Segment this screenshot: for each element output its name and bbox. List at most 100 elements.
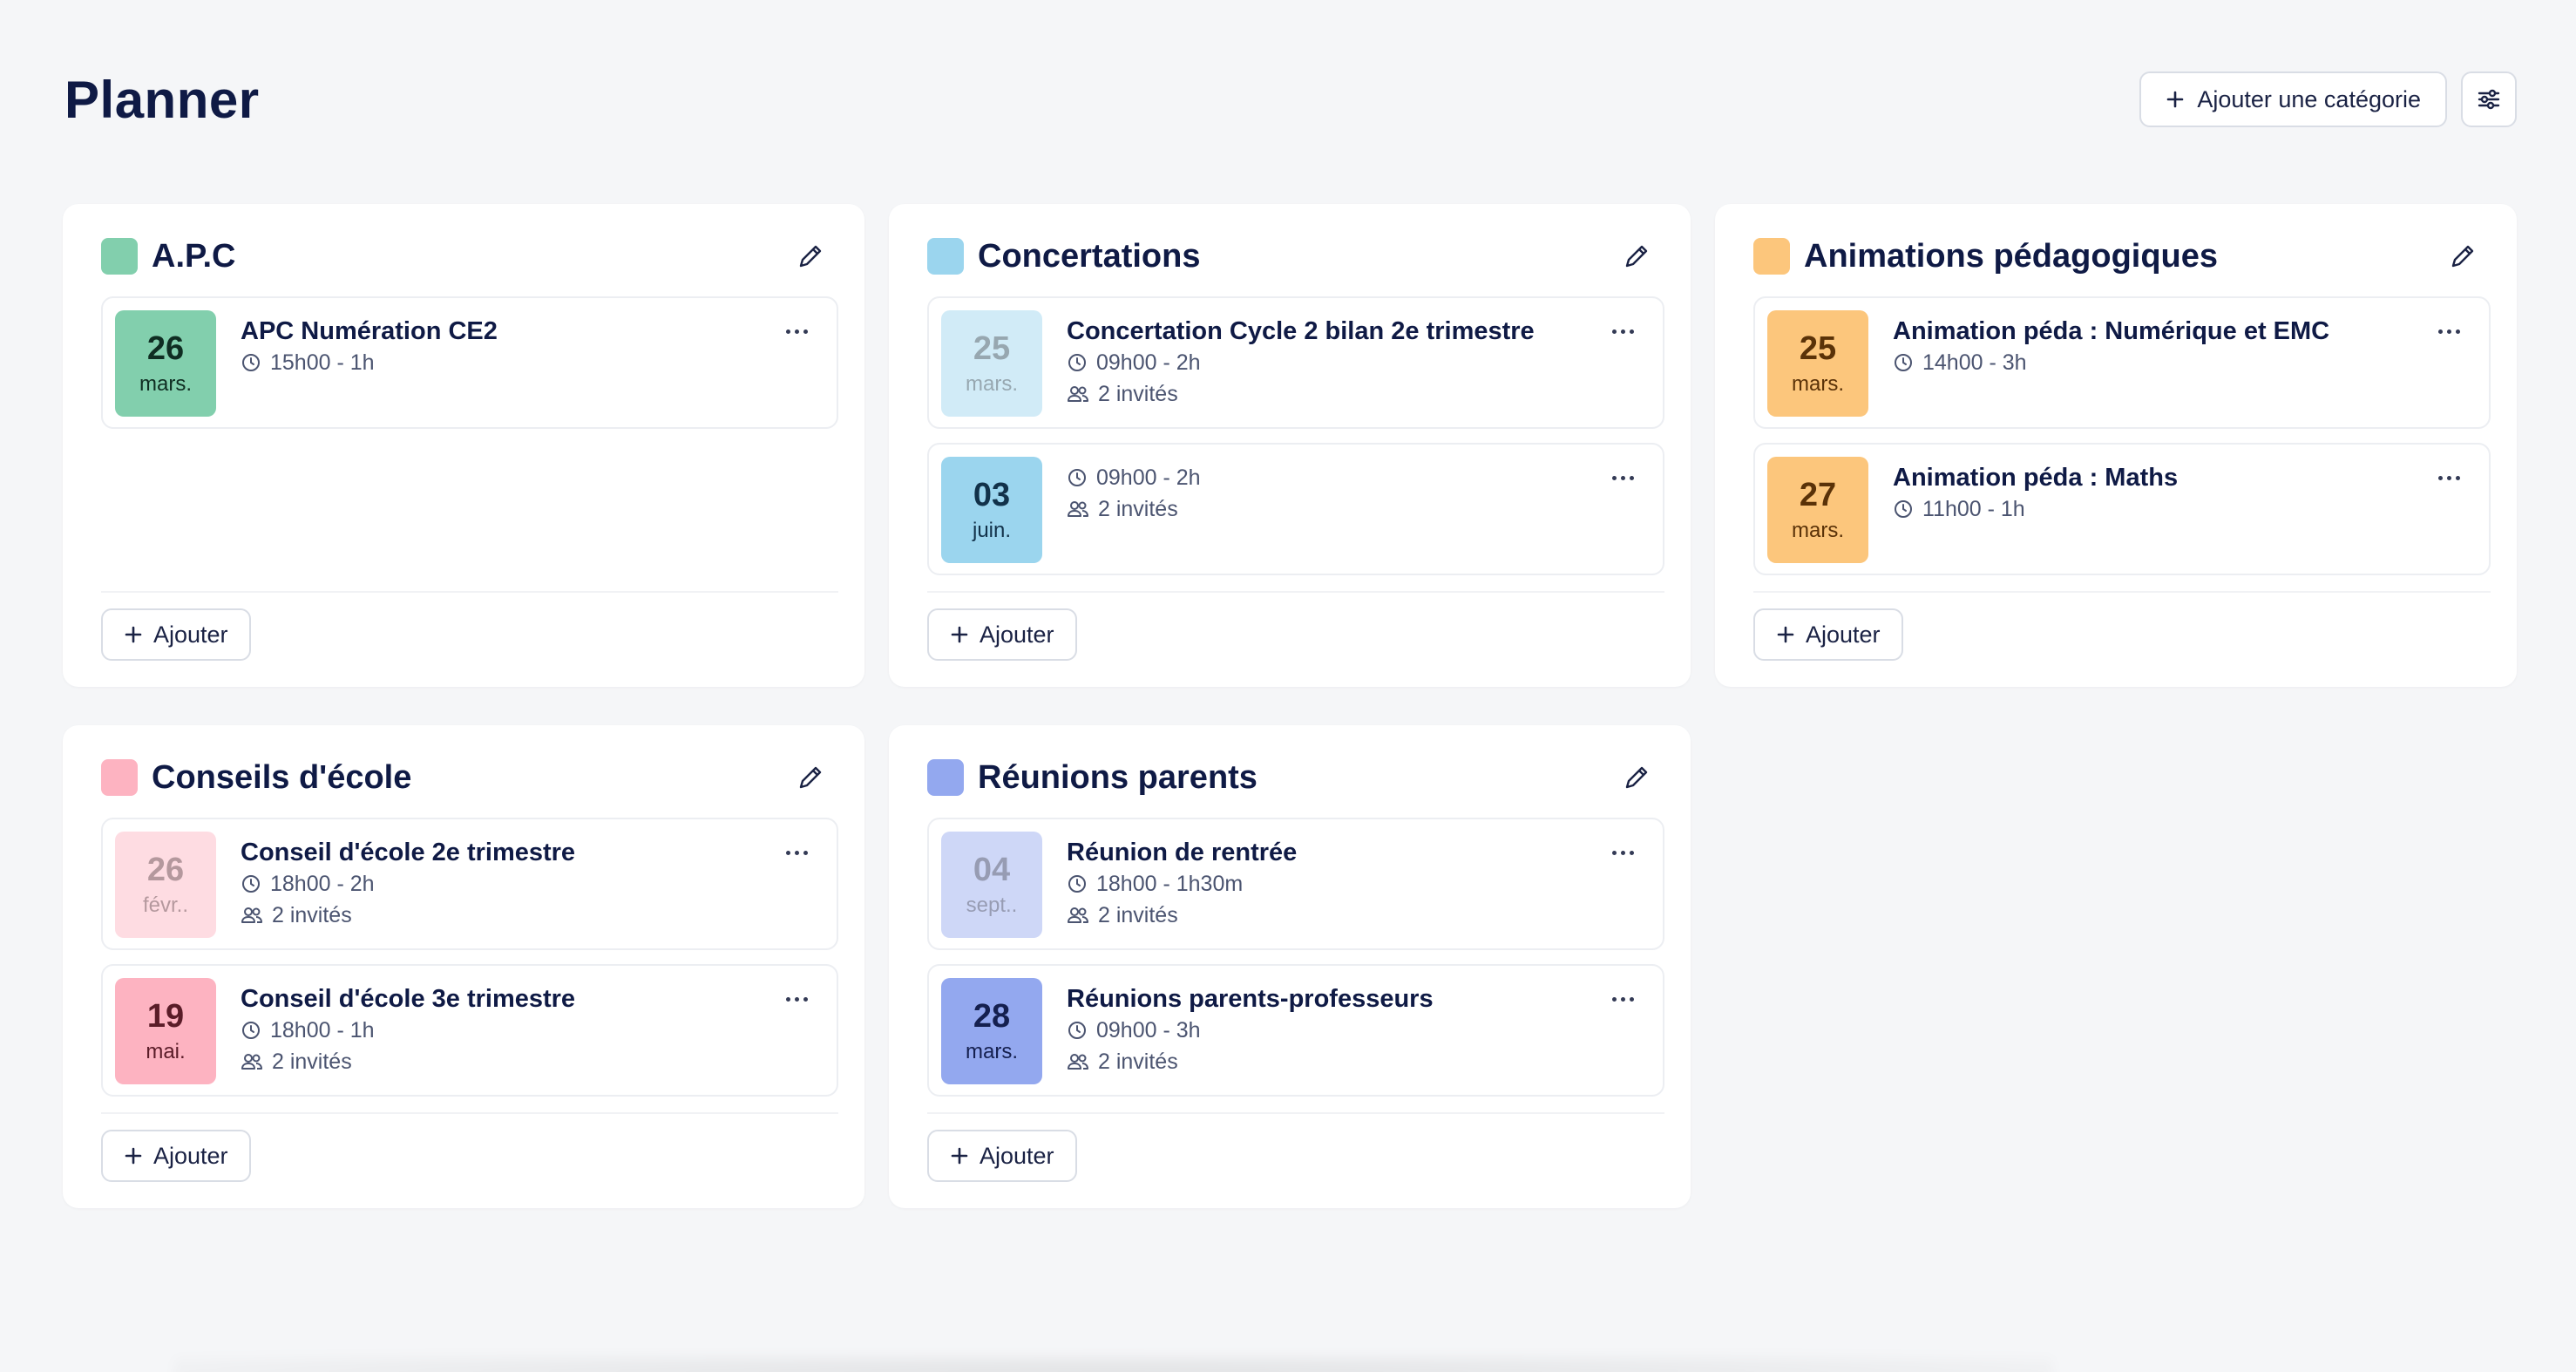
dot — [1620, 996, 1625, 1002]
event-item[interactable]: 27 mars. Animation péda : Maths 11h00 - … — [1753, 443, 2491, 575]
add-event-button[interactable]: Ajouter — [1753, 608, 1903, 661]
event-guests-row: 2 invités — [1067, 1046, 1593, 1077]
category-color-swatch — [927, 238, 964, 275]
category-header: A.P.C — [101, 235, 830, 277]
event-time-row: 09h00 - 2h — [1067, 347, 1593, 378]
event-day: 28 — [973, 998, 1011, 1035]
category-color-swatch — [101, 238, 138, 275]
dot — [1629, 329, 1634, 334]
event-month: mai. — [146, 1040, 186, 1063]
event-day: 25 — [973, 330, 1011, 367]
event-item[interactable]: 26 mars. APC Numération CE2 15h00 - 1h — [101, 296, 838, 429]
category-footer: Ajouter — [927, 1112, 1664, 1208]
dot — [803, 996, 808, 1002]
event-month: sept.. — [966, 893, 1018, 917]
event-time: 14h00 - 3h — [1922, 350, 2027, 375]
more-options-button[interactable] — [2431, 467, 2466, 488]
more-options-button[interactable] — [1605, 321, 1640, 342]
event-title: Réunions parents-professeurs — [1067, 985, 1434, 1013]
add-category-label: Ajouter une catégorie — [2197, 85, 2421, 112]
dot — [803, 850, 808, 855]
more-options-button[interactable] — [1605, 467, 1640, 488]
category-title-wrap: Animations pédagogiques — [1753, 238, 2218, 275]
category-title: Réunions parents — [978, 758, 1257, 796]
category-footer: Ajouter — [101, 1112, 838, 1208]
event-time-row: 15h00 - 1h — [241, 347, 767, 378]
dot — [2437, 329, 2443, 334]
more-options-button[interactable] — [779, 321, 814, 342]
event-item[interactable]: 25 mars. Concertation Cycle 2 bilan 2e t… — [927, 296, 1664, 429]
edit-category-button[interactable] — [1617, 758, 1656, 797]
add-event-button[interactable]: Ajouter — [101, 608, 251, 661]
plus-icon — [1777, 626, 1794, 643]
users-icon — [241, 1054, 262, 1070]
category-title: Conseils d'école — [152, 758, 412, 796]
dot — [1611, 329, 1617, 334]
dot — [2455, 475, 2460, 480]
category-header: Concertations — [927, 235, 1656, 277]
clock-icon — [1068, 875, 1086, 893]
more-options-button[interactable] — [779, 988, 814, 1009]
category-card: Conseils d'école 26 févr.. Conseil d'éco… — [63, 725, 864, 1208]
add-event-button[interactable]: Ajouter — [927, 1130, 1077, 1182]
event-guests-row: 2 invités — [1067, 378, 1593, 410]
pencil-icon — [2451, 245, 2474, 268]
filter-settings-button[interactable] — [2461, 71, 2517, 127]
add-event-button[interactable]: Ajouter — [927, 608, 1077, 661]
clock-icon — [242, 354, 260, 371]
events-list: 04 sept.. Réunion de rentrée 18h00 - 1h3… — [927, 818, 1664, 1097]
event-item[interactable]: 04 sept.. Réunion de rentrée 18h00 - 1h3… — [927, 818, 1664, 950]
event-time: 09h00 - 2h — [1096, 350, 1201, 375]
category-footer: Ajouter — [927, 591, 1664, 687]
more-options-button[interactable] — [1605, 842, 1640, 863]
event-guests-row: 2 invités — [241, 900, 767, 931]
event-item[interactable]: 28 mars. Réunions parents-professeurs 09… — [927, 964, 1664, 1097]
users-icon — [241, 907, 262, 923]
dot — [1629, 475, 1634, 480]
event-body: Réunion de rentrée 18h00 - 1h30m 2 invit… — [1067, 837, 1593, 931]
event-time: 18h00 - 1h — [270, 1018, 375, 1043]
event-item[interactable]: 19 mai. Conseil d'école 3e trimestre 18h… — [101, 964, 838, 1097]
event-item[interactable]: 26 févr.. Conseil d'école 2e trimestre 1… — [101, 818, 838, 950]
more-options-button[interactable] — [1605, 988, 1640, 1009]
event-guests: 2 invités — [272, 1049, 352, 1074]
dot — [2437, 475, 2443, 480]
event-guests: 2 invités — [1098, 1049, 1178, 1074]
more-options-button[interactable] — [2431, 321, 2466, 342]
users-icon — [1068, 386, 1088, 402]
more-options-button[interactable] — [779, 842, 814, 863]
edit-category-button[interactable] — [791, 758, 830, 797]
edit-category-button[interactable] — [791, 237, 830, 275]
pencil-icon — [1625, 245, 1648, 268]
event-body: APC Numération CE2 15h00 - 1h — [241, 316, 767, 378]
category-title-wrap: Conseils d'école — [101, 759, 411, 797]
dot — [803, 329, 808, 334]
plus-icon — [951, 1147, 968, 1165]
category-color-swatch — [101, 759, 138, 796]
edit-category-button[interactable] — [1617, 237, 1656, 275]
event-month: mars. — [1792, 372, 1844, 396]
bottom-shadow — [174, 1355, 2053, 1372]
event-guests: 2 invités — [272, 903, 352, 927]
add-category-button[interactable]: Ajouter une catégorie — [2139, 71, 2447, 127]
events-list: 26 févr.. Conseil d'école 2e trimestre 1… — [101, 818, 838, 1097]
event-date-tile: 25 mars. — [941, 310, 1042, 417]
event-time: 11h00 - 1h — [1922, 497, 2025, 521]
users-icon — [1068, 907, 1088, 923]
category-title-wrap: Concertations — [927, 238, 1200, 275]
event-guests-row: 2 invités — [241, 1046, 767, 1077]
event-item[interactable]: 03 juin. 09h00 - 2h 2 invités — [927, 443, 1664, 575]
dot — [1611, 475, 1617, 480]
dot — [1611, 850, 1617, 855]
edit-category-button[interactable] — [2444, 237, 2482, 275]
event-title: Concertation Cycle 2 bilan 2e trimestre — [1067, 317, 1535, 345]
event-time: 18h00 - 1h30m — [1096, 872, 1244, 896]
add-event-button[interactable]: Ajouter — [101, 1130, 251, 1182]
event-item[interactable]: 25 mars. Animation péda : Numérique et E… — [1753, 296, 2491, 429]
event-date-tile: 28 mars. — [941, 978, 1042, 1084]
dot — [794, 996, 799, 1002]
event-title: APC Numération CE2 — [241, 317, 498, 345]
event-month: mars. — [139, 372, 192, 396]
event-time: 09h00 - 2h — [1096, 465, 1201, 490]
event-guests: 2 invités — [1098, 382, 1178, 406]
